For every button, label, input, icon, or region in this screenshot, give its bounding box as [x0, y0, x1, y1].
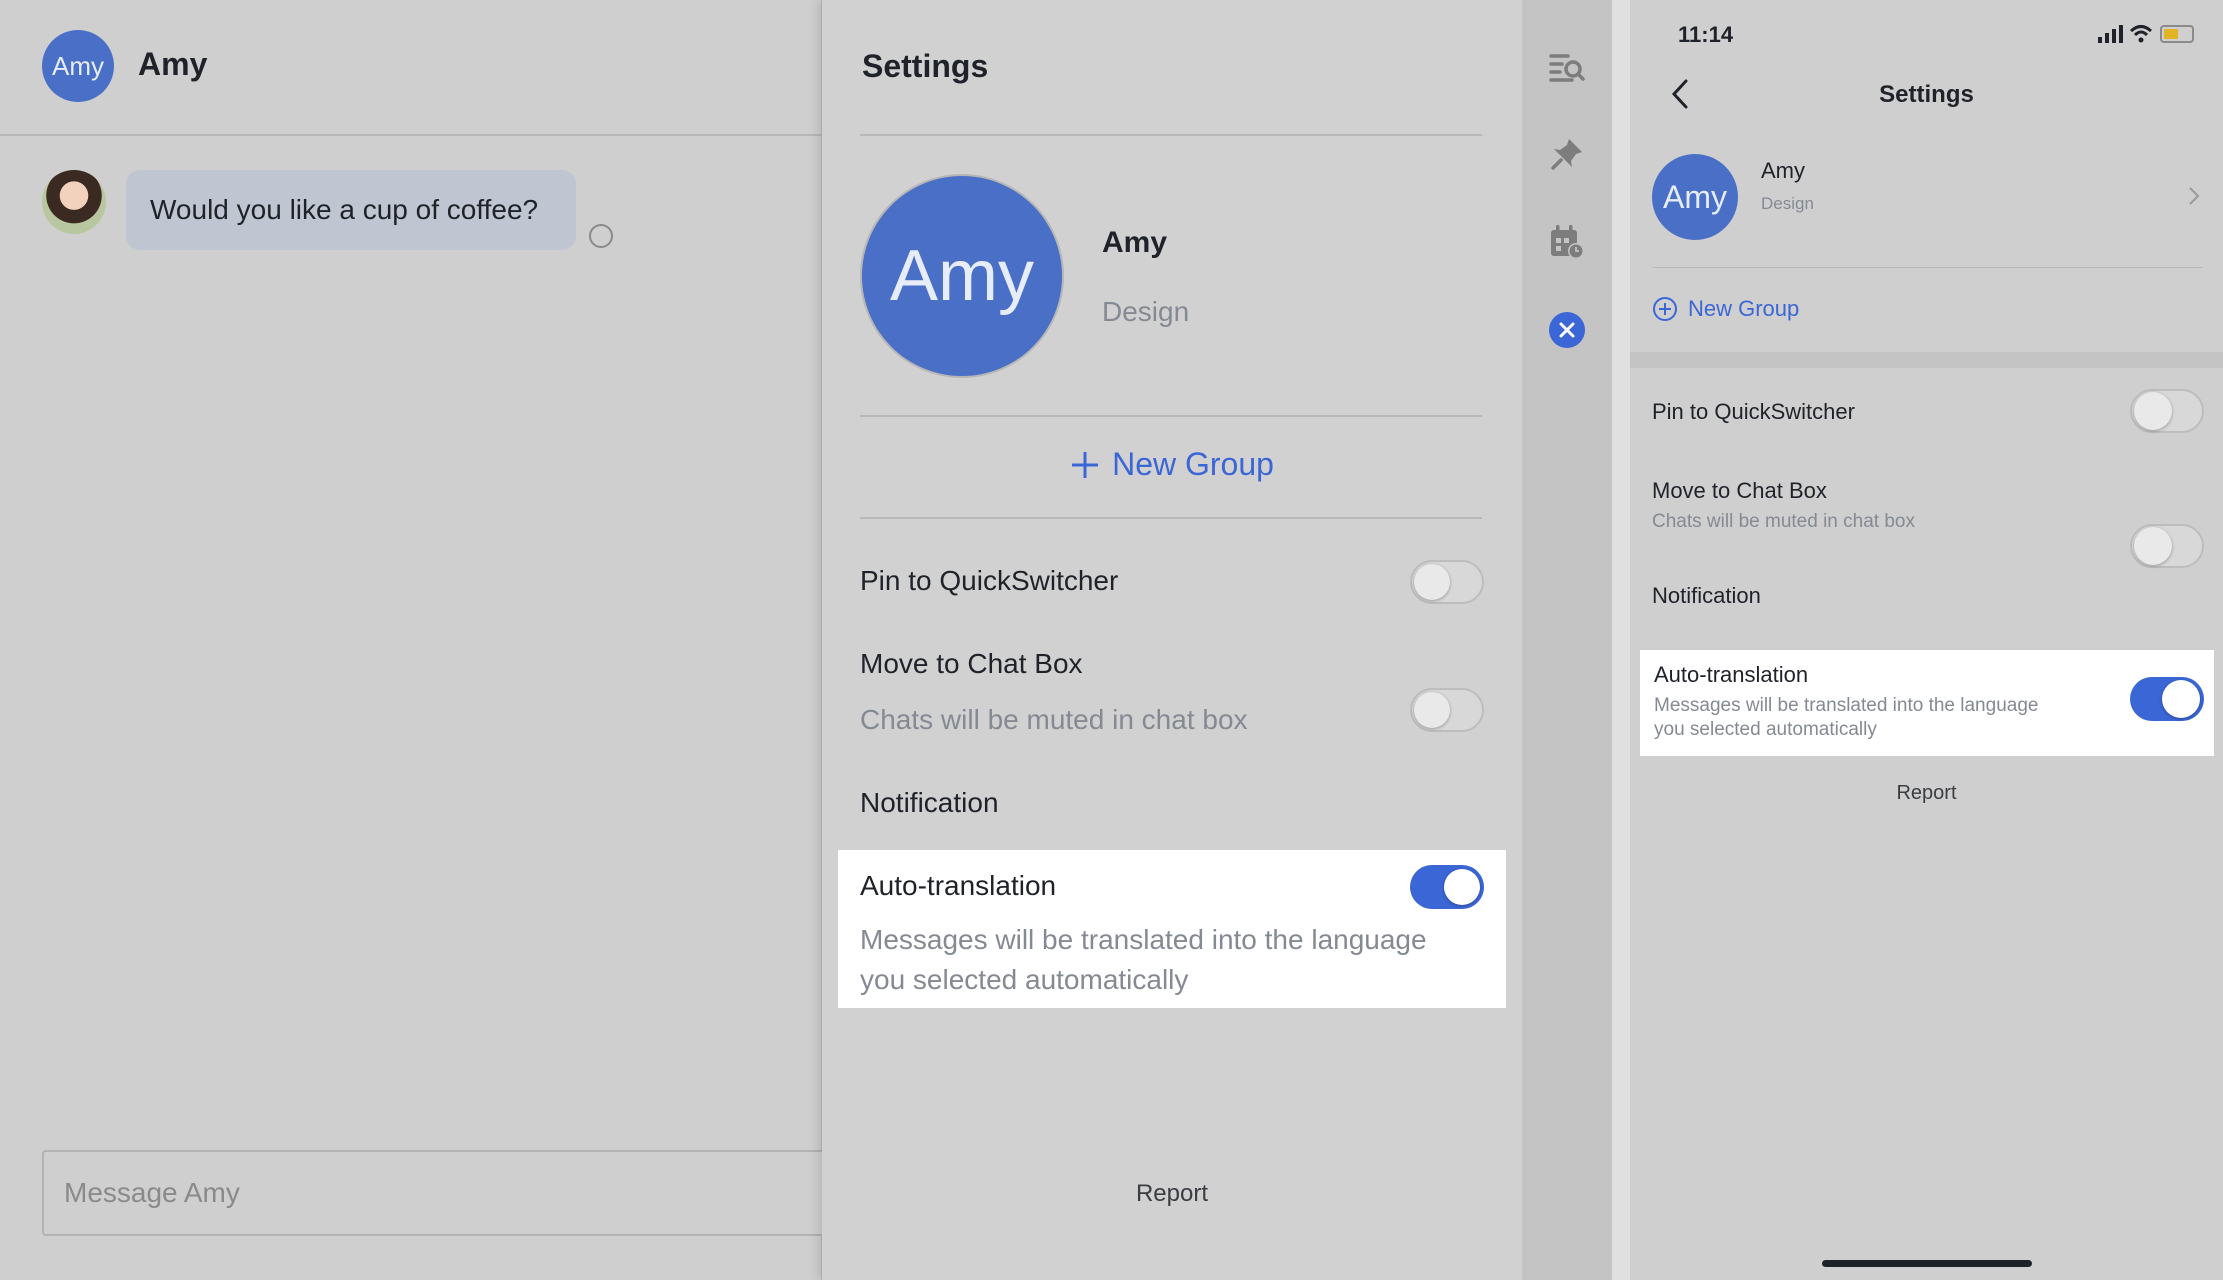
settings-title: Settings: [862, 48, 989, 84]
signal-icon: [2098, 25, 2123, 43]
move-chatbox-toggle[interactable]: [1410, 688, 1484, 732]
mobile-settings-screen: 11:14 Settings Amy Amy Design New Group …: [1630, 0, 2223, 1280]
battery-icon: [2160, 25, 2194, 43]
message-text: Would you like a cup of coffee?: [150, 194, 539, 225]
section-separator: [1630, 352, 2223, 368]
mobile-move-chatbox-description: Chats will be muted in chat box: [1652, 511, 1915, 532]
chevron-right-icon[interactable]: [2188, 186, 2200, 206]
calendar-icon[interactable]: [1547, 222, 1587, 262]
mobile-report-button[interactable]: Report: [1630, 782, 2223, 805]
new-group-button[interactable]: New Group: [822, 446, 1522, 483]
mobile-settings-title: Settings: [1879, 81, 1974, 108]
contact-avatar[interactable]: Amy: [42, 30, 114, 102]
pin-quickswitcher-label: Pin to QuickSwitcher: [860, 565, 1119, 596]
mobile-profile-department: Design: [1761, 194, 1814, 213]
mobile-auto-translation-row: Auto-translation Messages will be transl…: [1640, 650, 2214, 756]
toggle-knob: [2162, 680, 2200, 718]
mobile-new-group-label: New Group: [1688, 296, 1800, 321]
message-bubble[interactable]: Would you like a cup of coffee?: [126, 170, 576, 250]
divider: [860, 415, 1482, 417]
toggle-knob: [1444, 869, 1480, 905]
sender-avatar[interactable]: [42, 170, 106, 234]
search-messages-icon[interactable]: [1547, 48, 1587, 88]
profile-avatar[interactable]: Amy: [862, 176, 1062, 376]
divider: [860, 134, 1482, 136]
auto-translation-row: Auto-translation Messages will be transl…: [838, 850, 1506, 1008]
mobile-pin-quickswitcher-toggle[interactable]: [2130, 389, 2204, 433]
plus-icon: [1072, 451, 1099, 478]
message-status-icon: [589, 224, 613, 248]
close-icon[interactable]: [1549, 312, 1585, 348]
profile-name: Amy: [1102, 226, 1168, 259]
pin-quickswitcher-toggle[interactable]: [1410, 560, 1484, 604]
mobile-auto-translation-description-line1: Messages will be translated into the lan…: [1654, 695, 2039, 716]
auto-translation-toggle[interactable]: [1410, 865, 1484, 909]
mobile-auto-translation-toggle[interactable]: [2130, 677, 2204, 721]
mobile-profile-avatar[interactable]: Amy: [1652, 154, 1738, 240]
auto-translation-label: Auto-translation: [860, 870, 1057, 901]
auto-translation-description-line1: Messages will be translated into the lan…: [860, 924, 1427, 955]
report-button[interactable]: Report: [822, 1180, 1522, 1208]
chat-header: Amy Amy: [0, 0, 822, 136]
settings-panel: Settings Amy Amy Design New Group Pin to…: [822, 0, 1522, 1280]
mobile-auto-translation-label: Auto-translation: [1654, 662, 1809, 687]
panel-gap: [1612, 0, 1630, 1280]
notification-label: Notification: [860, 787, 999, 818]
message-input[interactable]: Message Amy: [42, 1150, 842, 1236]
mobile-move-chatbox-toggle[interactable]: [2130, 524, 2204, 568]
mobile-pin-quickswitcher-label: Pin to QuickSwitcher: [1652, 399, 1855, 424]
toggle-knob: [1414, 692, 1450, 728]
message-input-placeholder: Message Amy: [64, 1177, 240, 1208]
toggle-knob: [1414, 564, 1450, 600]
mobile-profile-name: Amy: [1761, 158, 1805, 183]
plus-circle-icon: [1653, 297, 1677, 321]
mobile-move-chatbox-label: Move to Chat Box: [1652, 478, 1827, 503]
mobile-new-group-button[interactable]: New Group: [1652, 296, 1799, 322]
divider: [1652, 267, 2202, 268]
home-indicator[interactable]: [1822, 1260, 2032, 1267]
move-chatbox-description: Chats will be muted in chat box: [860, 704, 1248, 735]
profile-department: Design: [1102, 296, 1190, 327]
divider: [860, 517, 1482, 519]
pin-icon[interactable]: [1547, 134, 1587, 174]
toggle-knob: [2134, 392, 2172, 430]
mobile-notification-label: Notification: [1652, 583, 1761, 608]
toggle-knob: [2134, 527, 2172, 565]
chat-panel: Amy Amy Would you like a cup of coffee? …: [0, 0, 842, 1280]
auto-translation-description-line2: you selected automatically: [860, 964, 1189, 995]
new-group-label: New Group: [1112, 446, 1274, 482]
wifi-icon: [2129, 25, 2153, 43]
mobile-auto-translation-description-line2: you selected automatically: [1654, 719, 1877, 740]
contact-name: Amy: [138, 46, 208, 82]
move-chatbox-label: Move to Chat Box: [860, 648, 1083, 679]
status-time: 11:14: [1678, 22, 1734, 47]
icon-rail: [1522, 0, 1612, 1280]
